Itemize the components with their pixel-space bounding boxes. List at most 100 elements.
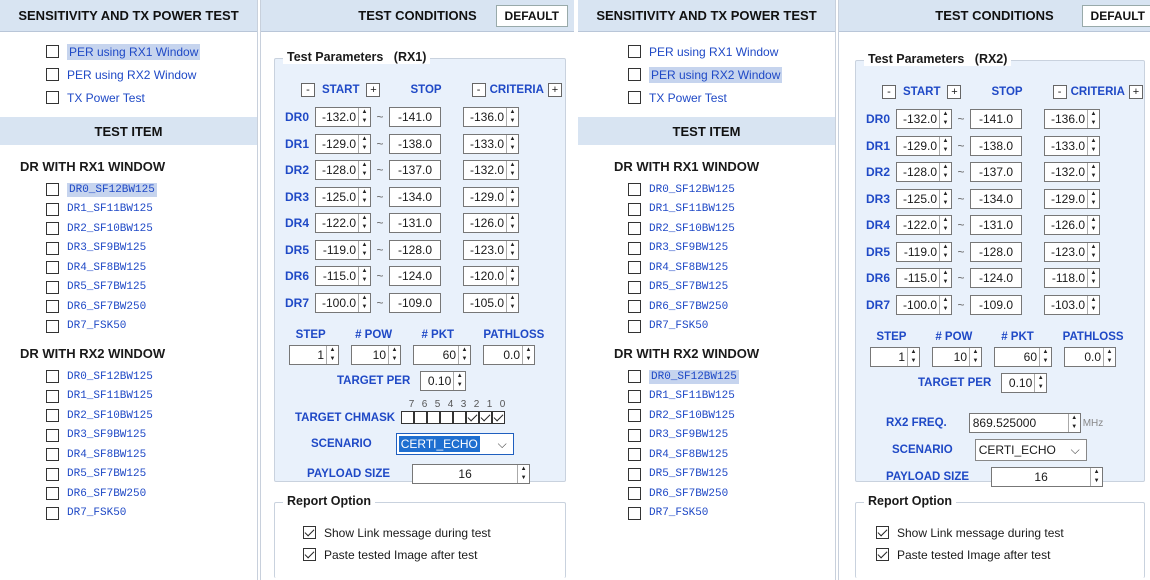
checkbox[interactable]: [628, 506, 641, 520]
pow-spinner[interactable]: 10 ▲ ▼: [932, 347, 982, 367]
stop-value-field[interactable]: -141.0: [389, 107, 441, 127]
checkbox[interactable]: [46, 428, 59, 442]
criteria-value-spinner[interactable]: -123.0 ▲ ▼: [1044, 241, 1100, 262]
list-item[interactable]: DR2_SF10BW125: [46, 219, 257, 239]
criteria-value-spinner[interactable]: -136.0 ▲ ▼: [463, 107, 519, 127]
test-type-per-rx1[interactable]: PER using RX1 Window: [628, 40, 835, 63]
checkbox[interactable]: [628, 280, 641, 294]
report-option-paste-image[interactable]: Paste tested Image after test: [303, 543, 477, 566]
list-item[interactable]: DR7_FSK50: [628, 317, 835, 337]
checkbox[interactable]: [46, 506, 59, 520]
list-item[interactable]: DR4_SF8BW125: [46, 445, 257, 465]
stop-value-field[interactable]: -138.0: [970, 135, 1022, 156]
list-item[interactable]: DR6_SF7BW250: [628, 297, 835, 317]
stop-value-field[interactable]: -124.0: [970, 268, 1022, 288]
list-item[interactable]: DR2_SF10BW125: [46, 406, 257, 426]
checkbox[interactable]: [628, 222, 641, 236]
test-type-tx-power[interactable]: TX Power Test: [628, 86, 835, 109]
chmask-bit-checkbox[interactable]: [427, 411, 441, 424]
checkbox[interactable]: [46, 467, 59, 481]
start-value-spinner[interactable]: -122.0 ▲ ▼: [896, 215, 952, 235]
checkbox[interactable]: [46, 280, 59, 294]
list-item[interactable]: DR3_SF9BW125: [628, 239, 835, 259]
chmask-bit-checkbox[interactable]: [492, 411, 506, 424]
list-item[interactable]: DR3_SF9BW125: [46, 239, 257, 259]
checkbox[interactable]: [303, 526, 316, 539]
checkbox[interactable]: [46, 370, 59, 384]
start-plus-button[interactable]: +: [366, 83, 381, 97]
list-item[interactable]: DR1_SF11BW125: [628, 200, 835, 220]
checkbox[interactable]: [628, 319, 641, 333]
criteria-value-spinner[interactable]: -126.0 ▲ ▼: [1044, 215, 1100, 235]
start-value-spinner[interactable]: -125.0 ▲ ▼: [896, 188, 952, 209]
start-value-spinner[interactable]: -129.0 ▲ ▼: [896, 135, 952, 156]
checkbox[interactable]: [46, 389, 59, 403]
list-item[interactable]: DR4_SF8BW125: [628, 258, 835, 278]
chmask-bit-checkbox[interactable]: [414, 411, 428, 424]
checkbox[interactable]: [46, 91, 59, 104]
checkbox[interactable]: [628, 241, 641, 255]
checkbox[interactable]: [876, 526, 889, 539]
start-value-spinner[interactable]: -119.0 ▲ ▼: [315, 239, 371, 260]
chmask-bit-checkbox[interactable]: [466, 411, 480, 424]
checkbox[interactable]: [628, 428, 641, 442]
start-value-spinner[interactable]: -128.0 ▲ ▼: [896, 162, 952, 182]
rx2-freq-spinner[interactable]: 869.525000 ▲ ▼: [968, 413, 1081, 433]
report-option-show-link[interactable]: Show Link message during test: [876, 521, 1064, 544]
test-type-per-rx1[interactable]: PER using RX1 Window: [46, 40, 257, 63]
list-item[interactable]: DR2_SF10BW125: [628, 219, 835, 239]
stop-value-field[interactable]: -128.0: [389, 239, 441, 260]
criteria-plus-button[interactable]: +: [547, 83, 562, 97]
list-item[interactable]: DR1_SF11BW125: [46, 387, 257, 407]
list-item[interactable]: DR7_FSK50: [46, 504, 257, 524]
list-item[interactable]: DR6_SF7BW250: [628, 484, 835, 504]
criteria-value-spinner[interactable]: -118.0 ▲ ▼: [1044, 268, 1100, 288]
step-spinner[interactable]: 1 ▲ ▼: [870, 347, 920, 367]
pathloss-spinner[interactable]: 0.0 ▲ ▼: [483, 345, 535, 365]
report-option-show-link[interactable]: Show Link message during test: [303, 521, 491, 544]
list-item[interactable]: DR7_FSK50: [46, 317, 257, 337]
checkbox[interactable]: [46, 261, 59, 275]
criteria-value-spinner[interactable]: -133.0 ▲ ▼: [463, 133, 519, 154]
chmask-bit-checkbox[interactable]: [401, 411, 415, 424]
checkbox[interactable]: [628, 448, 641, 462]
list-item[interactable]: DR1_SF11BW125: [628, 387, 835, 407]
stop-value-field[interactable]: -141.0: [970, 109, 1022, 129]
checkbox[interactable]: [46, 202, 59, 216]
stop-value-field[interactable]: -124.0: [389, 266, 441, 286]
criteria-value-spinner[interactable]: -132.0 ▲ ▼: [463, 160, 519, 180]
checkbox[interactable]: [628, 68, 641, 81]
checkbox[interactable]: [628, 261, 641, 275]
checkbox[interactable]: [876, 548, 889, 561]
default-button[interactable]: DEFAULT: [1081, 5, 1150, 27]
pkt-spinner[interactable]: 60 ▲ ▼: [413, 345, 471, 365]
scenario-dropdown[interactable]: CERTI_ECHO ⌵: [395, 433, 514, 455]
start-value-spinner[interactable]: -132.0 ▲ ▼: [315, 107, 371, 127]
pow-spinner[interactable]: 10 ▲ ▼: [351, 345, 401, 365]
start-value-spinner[interactable]: -100.0 ▲ ▼: [896, 294, 952, 315]
list-item[interactable]: DR5_SF7BW125: [46, 465, 257, 485]
checkbox[interactable]: [46, 300, 59, 314]
list-item[interactable]: DR5_SF7BW125: [628, 278, 835, 298]
checkbox[interactable]: [46, 487, 59, 501]
checkbox[interactable]: [46, 45, 59, 58]
list-item[interactable]: DR0_SF12BW125: [46, 180, 257, 200]
criteria-value-spinner[interactable]: -129.0 ▲ ▼: [463, 186, 519, 207]
stop-value-field[interactable]: -109.0: [970, 294, 1022, 315]
checkbox[interactable]: [46, 68, 59, 81]
list-item[interactable]: DR0_SF12BW125: [46, 367, 257, 387]
list-item[interactable]: DR3_SF9BW125: [628, 426, 835, 446]
target-per-spinner[interactable]: 0.10 ▲ ▼: [420, 371, 467, 391]
start-value-spinner[interactable]: -125.0 ▲ ▼: [315, 186, 371, 207]
criteria-value-spinner[interactable]: -133.0 ▲ ▼: [1044, 135, 1100, 156]
checkbox[interactable]: [46, 409, 59, 423]
list-item[interactable]: DR7_FSK50: [628, 504, 835, 524]
start-value-spinner[interactable]: -115.0 ▲ ▼: [315, 266, 371, 286]
stop-value-field[interactable]: -131.0: [389, 213, 441, 233]
list-item[interactable]: DR2_SF10BW125: [628, 406, 835, 426]
checkbox[interactable]: [628, 202, 641, 216]
checkbox[interactable]: [628, 409, 641, 423]
checkbox[interactable]: [628, 45, 641, 58]
stop-value-field[interactable]: -134.0: [389, 186, 441, 207]
stop-value-field[interactable]: -109.0: [389, 292, 441, 313]
